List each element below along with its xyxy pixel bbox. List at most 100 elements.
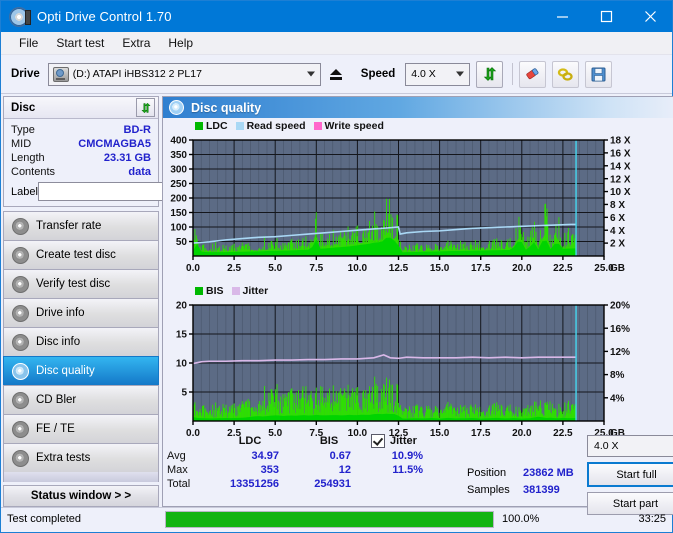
disc-quality-header: Disc quality	[163, 97, 673, 118]
stats-max-ldc: 353	[260, 464, 279, 476]
svg-text:14 X: 14 X	[610, 161, 631, 172]
sidebar-item-fe-te[interactable]: FE / TE	[3, 414, 159, 443]
progress-bar-fill	[166, 511, 493, 527]
drive-label: Drive	[11, 68, 40, 80]
refresh-icon	[140, 102, 151, 113]
save-button[interactable]	[585, 60, 613, 88]
svg-text:20.0: 20.0	[512, 263, 532, 274]
panel-title: Disc quality	[191, 100, 262, 115]
close-button[interactable]	[628, 1, 672, 32]
svg-text:150: 150	[170, 208, 187, 219]
maximize-button[interactable]	[584, 1, 628, 32]
speed-select-value: 4.0 X	[411, 68, 436, 80]
test-speed-select[interactable]: 4.0 X	[587, 435, 673, 457]
svg-text:2.5: 2.5	[227, 263, 241, 274]
svg-text:400: 400	[170, 136, 187, 147]
sidebar-item-label: Disc quality	[36, 365, 95, 377]
stats-header-bis: BIS	[319, 435, 339, 447]
jitter-toggle[interactable]: Jitter	[365, 434, 437, 448]
link-button[interactable]	[552, 60, 580, 88]
drive-select[interactable]: (D:) ATAPI iHBS312 2 PL17	[47, 62, 321, 86]
disc-length-value: 23.31 GB	[103, 152, 151, 164]
sidebar-filler	[3, 472, 159, 482]
readout-samples-value: 381399	[523, 484, 560, 496]
progress-bar	[165, 510, 494, 528]
disc-properties: Type BD-R MID CMCMAGBA5 Length 23.31 GB …	[4, 119, 241, 206]
legend-label-write-speed: Write speed	[324, 120, 384, 132]
menu-item-file[interactable]: File	[10, 34, 47, 52]
readout-samples: Samples 381399	[467, 482, 587, 499]
eject-button[interactable]	[323, 61, 349, 87]
svg-text:17.5: 17.5	[471, 263, 491, 274]
sidebar-item-label: Create test disc	[36, 249, 116, 261]
application-window: Opti Drive Control 1.70 File Start test …	[0, 0, 673, 533]
menu-item-extra[interactable]: Extra	[113, 34, 159, 52]
readout-position-value: 23862 MB	[523, 467, 574, 479]
svg-text:18 X: 18 X	[610, 136, 631, 147]
svg-text:6 X: 6 X	[610, 213, 625, 224]
sidebar-item-drive-info[interactable]: Drive info	[3, 298, 159, 327]
stats-row-label-max: Max	[167, 464, 188, 476]
svg-text:GB: GB	[610, 263, 625, 274]
charts-area: LDC Read speed Write speed 50 100 150 200 25…	[163, 118, 673, 449]
stats-max-jitter: 11.5%	[392, 464, 423, 476]
disc-row-length: Length 23.31 GB	[11, 151, 151, 165]
sidebar-item-transfer-rate[interactable]: Transfer rate	[3, 211, 159, 240]
stats-avg-ldc: 34.97	[251, 450, 279, 462]
legend-swatch-write-speed	[313, 122, 322, 130]
svg-text:8 X: 8 X	[610, 200, 625, 211]
disc-label-row: Label	[11, 182, 241, 201]
eraser-icon	[526, 67, 539, 79]
erase-button[interactable]	[519, 60, 547, 88]
extra-tests-icon	[12, 449, 29, 467]
speed-select[interactable]: 4.0 X	[405, 62, 471, 86]
disc-label-label: Label	[11, 185, 38, 198]
status-window-button[interactable]: Status window > >	[3, 485, 159, 507]
status-message: Test completed	[7, 513, 81, 525]
svg-text:22.5: 22.5	[553, 263, 573, 274]
minimize-button[interactable]	[540, 1, 584, 32]
svg-text:2 X: 2 X	[610, 239, 625, 250]
sidebar-item-disc-info[interactable]: Disc info	[3, 327, 159, 356]
progress-percent: 100.0%	[502, 513, 540, 525]
disc-row-contents: Contents data	[11, 165, 151, 179]
menu-item-start-test[interactable]: Start test	[47, 34, 113, 52]
disc-panel-header: Disc	[4, 97, 158, 119]
stats-avg-bis: 0.67	[329, 450, 351, 462]
cd-bler-icon	[12, 391, 29, 409]
chart-ldc[interactable]: 50 100 150 200 250 300 350 400 2 X 4 X 6 X 8 X 10 X 1…	[163, 132, 673, 284]
chart-legend-top: LDC Read speed Write speed	[195, 120, 388, 132]
chart-bis[interactable]: 5 10 15 20 4% 8% 12% 16% 20% 0.0 2.5 5.0 7.5 10.0 12.5…	[163, 297, 673, 449]
sidebar-item-create-test-disc[interactable]: Create test disc	[3, 240, 159, 269]
sidebar-item-verify-test-disc[interactable]: Verify test disc	[3, 269, 159, 298]
disc-refresh-button[interactable]	[136, 98, 155, 117]
svg-text:20: 20	[176, 301, 188, 312]
disc-mid-value: CMCMAGBA5	[78, 138, 151, 150]
svg-text:16%: 16%	[610, 324, 630, 335]
jitter-checkbox[interactable]	[371, 434, 385, 448]
legend-label-read-speed: Read speed	[246, 120, 306, 132]
sidebar-item-extra-tests[interactable]: Extra tests	[3, 443, 159, 472]
drive-toolbar: Drive (D:) ATAPI iHBS312 2 PL17 Speed 4.…	[1, 55, 672, 94]
svg-text:20%: 20%	[610, 301, 630, 312]
legend-entry-bis: BIS	[195, 285, 224, 297]
readout-position-label: Position	[467, 467, 507, 479]
start-full-button[interactable]: Start full	[587, 462, 673, 487]
legend-swatch-jitter	[231, 287, 240, 295]
disc-contents-label: Contents	[11, 166, 56, 178]
sidebar-item-cd-bler[interactable]: CD Bler	[3, 385, 159, 414]
svg-text:100: 100	[170, 223, 187, 234]
legend-label-bis: BIS	[206, 285, 224, 297]
svg-text:5: 5	[181, 388, 187, 399]
menu-item-help[interactable]: Help	[159, 34, 202, 52]
refresh-button[interactable]	[476, 60, 504, 88]
menu-bar: File Start test Extra Help	[1, 32, 672, 55]
stats-total-bis: 254931	[314, 478, 351, 490]
disc-panel: Disc Type BD-R MID CMCMAGBA5 Length 23.3…	[3, 96, 241, 207]
disc-length-label: Length	[11, 152, 45, 164]
sidebar-item-disc-quality[interactable]: Disc quality	[3, 356, 159, 385]
window-title: Opti Drive Control 1.70	[37, 9, 172, 24]
svg-text:12%: 12%	[610, 347, 630, 358]
stats-row-label-total: Total	[167, 478, 191, 490]
window-controls	[540, 1, 672, 32]
